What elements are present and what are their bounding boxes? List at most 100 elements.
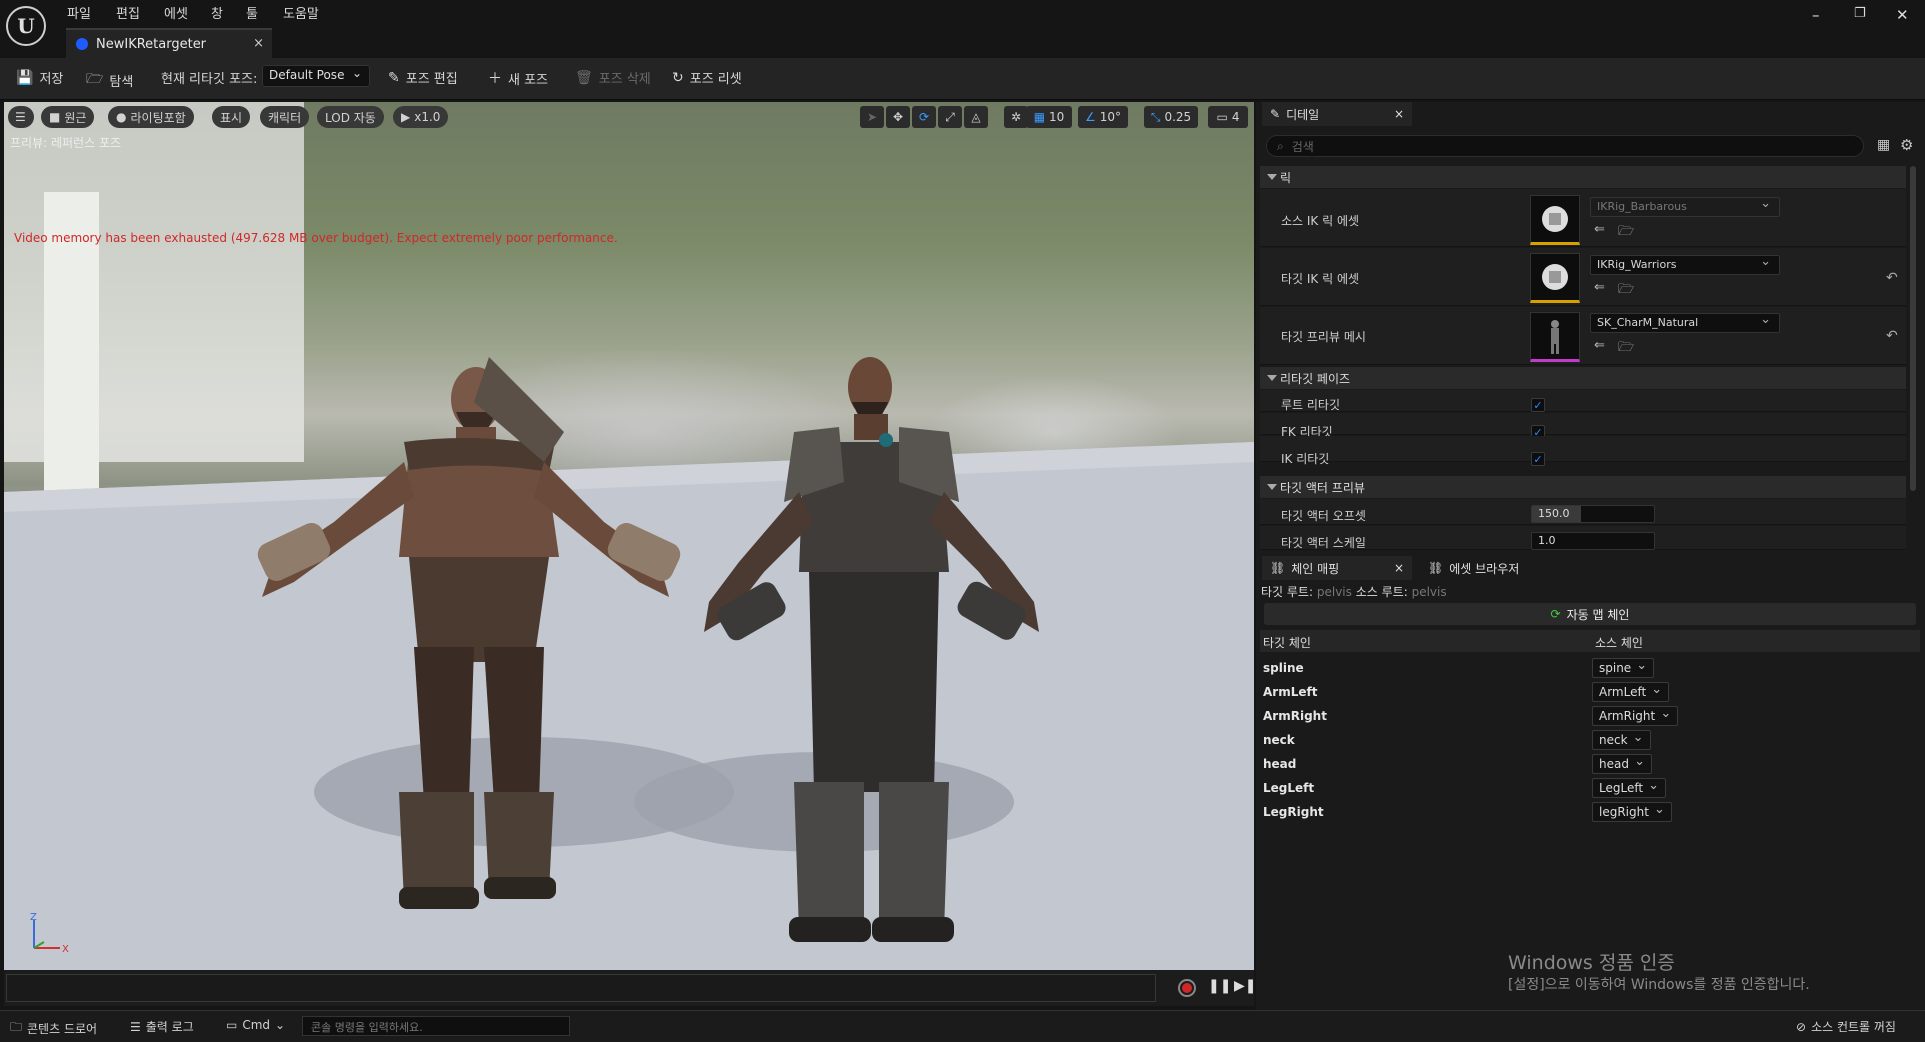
rotate-tool-icon[interactable]: ⟳ <box>912 106 936 128</box>
target-ik-dropdown[interactable]: IKRig_Warriors <box>1590 254 1780 275</box>
viewport-menu-button[interactable]: ☰ <box>8 106 34 128</box>
source-chain-value: spine <box>1599 661 1632 675</box>
save-label: 저장 <box>39 72 64 87</box>
browse-asset-icon[interactable]: 🗁 <box>1618 222 1634 244</box>
restore-button[interactable]: ❐ <box>1854 6 1866 21</box>
source-chain-dropdown[interactable]: spine <box>1592 658 1655 678</box>
tab-chain-mapping[interactable]: ⛓ 체인 매핑 × <box>1262 556 1412 580</box>
surface-snap-icon[interactable]: ✲ <box>1004 106 1028 128</box>
menu-tools[interactable]: 툴 <box>246 3 258 22</box>
source-chain-value: legRight <box>1599 805 1649 819</box>
record-button[interactable] <box>1178 979 1196 997</box>
details-scrollbar[interactable] <box>1910 166 1916 491</box>
details-search-input[interactable]: ⌕ 검색 <box>1266 135 1864 157</box>
play-speed-button[interactable]: ▶ x1.0 <box>393 106 449 128</box>
coordinate-space-icon[interactable]: ◬ <box>964 106 988 128</box>
scale-snap-value: 0.25 <box>1164 110 1192 124</box>
current-pose-value: Default Pose <box>269 68 345 82</box>
delete-pose-button[interactable]: 🗑 포즈 삭제 <box>575 68 651 88</box>
new-pose-button[interactable]: ＋ 새 포즈 <box>488 68 548 88</box>
console-input[interactable]: 콘솔 명령을 입력하세요. <box>302 1016 570 1036</box>
menu-asset[interactable]: 에셋 <box>164 3 188 22</box>
step-forward-button[interactable]: ▶❚ <box>1234 978 1257 994</box>
section-rig-label: 릭 <box>1280 170 1292 185</box>
asset-browser-tab-label: 에셋 브라우저 <box>1449 561 1520 576</box>
target-ik-thumbnail[interactable] <box>1530 253 1580 303</box>
browse-asset-icon[interactable]: 🗁 <box>1618 280 1634 302</box>
auto-map-chains-button[interactable]: ⟳ 자동 맵 체인 <box>1264 603 1916 625</box>
reset-to-default-icon[interactable]: ↶ <box>1886 270 1898 286</box>
floor-plane <box>4 442 1254 970</box>
character-label: 캐릭터 <box>268 110 302 125</box>
ik-retarget-checkbox[interactable]: ✓ <box>1531 452 1545 466</box>
timeline-scrubber[interactable] <box>6 974 1156 1002</box>
section-rig[interactable]: 릭 <box>1260 166 1906 188</box>
angle-icon: ∠ <box>1084 110 1096 124</box>
close-icon[interactable]: × <box>1394 107 1404 121</box>
pause-button[interactable]: ❚❚ <box>1208 978 1231 994</box>
menu-edit[interactable]: 편집 <box>116 3 140 22</box>
use-selected-icon[interactable]: ⇐ <box>1594 280 1605 295</box>
browse-label: 탐색 <box>109 74 134 90</box>
target-mesh-dropdown[interactable]: SK_CharM_Natural <box>1590 312 1780 333</box>
menu-window[interactable]: 창 <box>211 3 223 22</box>
close-window-button[interactable]: ✕ <box>1896 6 1909 24</box>
character-button[interactable]: 캐릭터 <box>260 106 310 128</box>
menu-file[interactable]: 파일 <box>67 3 91 22</box>
use-selected-icon[interactable]: ⇐ <box>1594 338 1605 353</box>
scale-tool-icon[interactable]: ⤢ <box>938 106 962 128</box>
target-mesh-thumbnail[interactable] <box>1530 312 1580 362</box>
source-chain-dropdown[interactable]: LegLeft <box>1592 778 1667 798</box>
browse-button[interactable]: 🗁 탐색 <box>86 68 133 92</box>
browse-asset-icon[interactable]: 🗁 <box>1618 338 1634 360</box>
source-chain-dropdown[interactable]: ArmRight <box>1592 706 1679 726</box>
source-chain-dropdown[interactable]: head <box>1592 754 1652 774</box>
settings-gear-icon[interactable]: ⚙ <box>1900 136 1913 154</box>
rotation-snap-button[interactable]: ∠ 10° <box>1078 106 1128 128</box>
reset-pose-button[interactable]: ↻ 포즈 리셋 <box>672 68 742 88</box>
tab-asset-browser[interactable]: ⛓ 에셋 브라우저 <box>1420 556 1560 580</box>
source-chain-dropdown[interactable]: ArmLeft <box>1592 682 1670 702</box>
minimize-button[interactable]: – <box>1812 6 1820 24</box>
content-drawer-button[interactable]: 🗀 콘텐츠 드로어 <box>10 1018 97 1039</box>
target-scale-value: 1.0 <box>1538 534 1556 547</box>
target-scale-field[interactable]: 1.0 <box>1531 532 1655 550</box>
unreal-logo-icon[interactable]: U <box>6 6 46 46</box>
preview-mode-label: 프리뷰: 레퍼런스 포즈 <box>10 136 122 150</box>
reset-to-default-icon[interactable]: ↶ <box>1886 328 1898 344</box>
source-chain-dropdown[interactable]: neck <box>1592 730 1651 750</box>
source-ik-thumbnail[interactable] <box>1530 195 1580 245</box>
table-view-icon[interactable]: ▦ <box>1877 137 1890 153</box>
current-pose-select[interactable]: Default Pose ⌄ <box>262 65 370 87</box>
edit-pose-button[interactable]: ✎ 포즈 편집 <box>388 68 458 88</box>
source-control-button[interactable]: ⊘ 소스 컨트롤 꺼짐 <box>1796 1018 1896 1035</box>
translate-tool-icon[interactable]: ✥ <box>886 106 910 128</box>
use-selected-icon[interactable]: ⇐ <box>1594 222 1605 237</box>
source-chain-dropdown[interactable]: legRight <box>1592 802 1672 822</box>
camera-speed-button[interactable]: ▭ 4 <box>1208 106 1248 128</box>
document-tab[interactable]: NewIKRetargeter × <box>66 28 272 58</box>
lod-button[interactable]: LOD 자동 <box>317 106 384 128</box>
source-chain-value: head <box>1599 757 1629 771</box>
lighting-button[interactable]: ● 라이팅포함 <box>108 106 194 128</box>
cmd-dropdown[interactable]: ▭ Cmd ⌄ <box>226 1018 285 1032</box>
grid-snap-button[interactable]: ▦ 10 <box>1026 106 1072 128</box>
root-retarget-checkbox[interactable]: ✓ <box>1531 398 1545 412</box>
close-icon[interactable]: × <box>1394 561 1404 575</box>
perspective-button[interactable]: ■ 원근 <box>41 106 95 128</box>
tab-details[interactable]: ✎ 디테일 × <box>1262 102 1412 126</box>
section-retarget-phases[interactable]: 리타깃 페이즈 <box>1260 367 1906 389</box>
target-offset-field[interactable]: 150.0 <box>1531 505 1655 523</box>
output-log-button[interactable]: ☰ 출력 로그 <box>130 1018 194 1035</box>
save-button[interactable]: 💾 저장 <box>16 68 64 88</box>
tab-close-icon[interactable]: × <box>253 36 264 51</box>
terminal-icon: ▭ <box>226 1018 238 1032</box>
show-label: 표시 <box>220 110 243 125</box>
scale-snap-button[interactable]: ⤡ 0.25 <box>1144 106 1198 128</box>
source-ik-dropdown[interactable]: IKRig_Barbarous <box>1590 196 1780 217</box>
current-pose-label: 현재 리타깃 포즈: <box>161 72 258 87</box>
show-button[interactable]: 표시 <box>212 106 251 128</box>
menu-help[interactable]: 도움말 <box>283 3 319 22</box>
section-target-actor-preview[interactable]: 타깃 액터 프리뷰 <box>1260 476 1906 498</box>
select-tool-icon[interactable]: ➤ <box>860 106 884 128</box>
